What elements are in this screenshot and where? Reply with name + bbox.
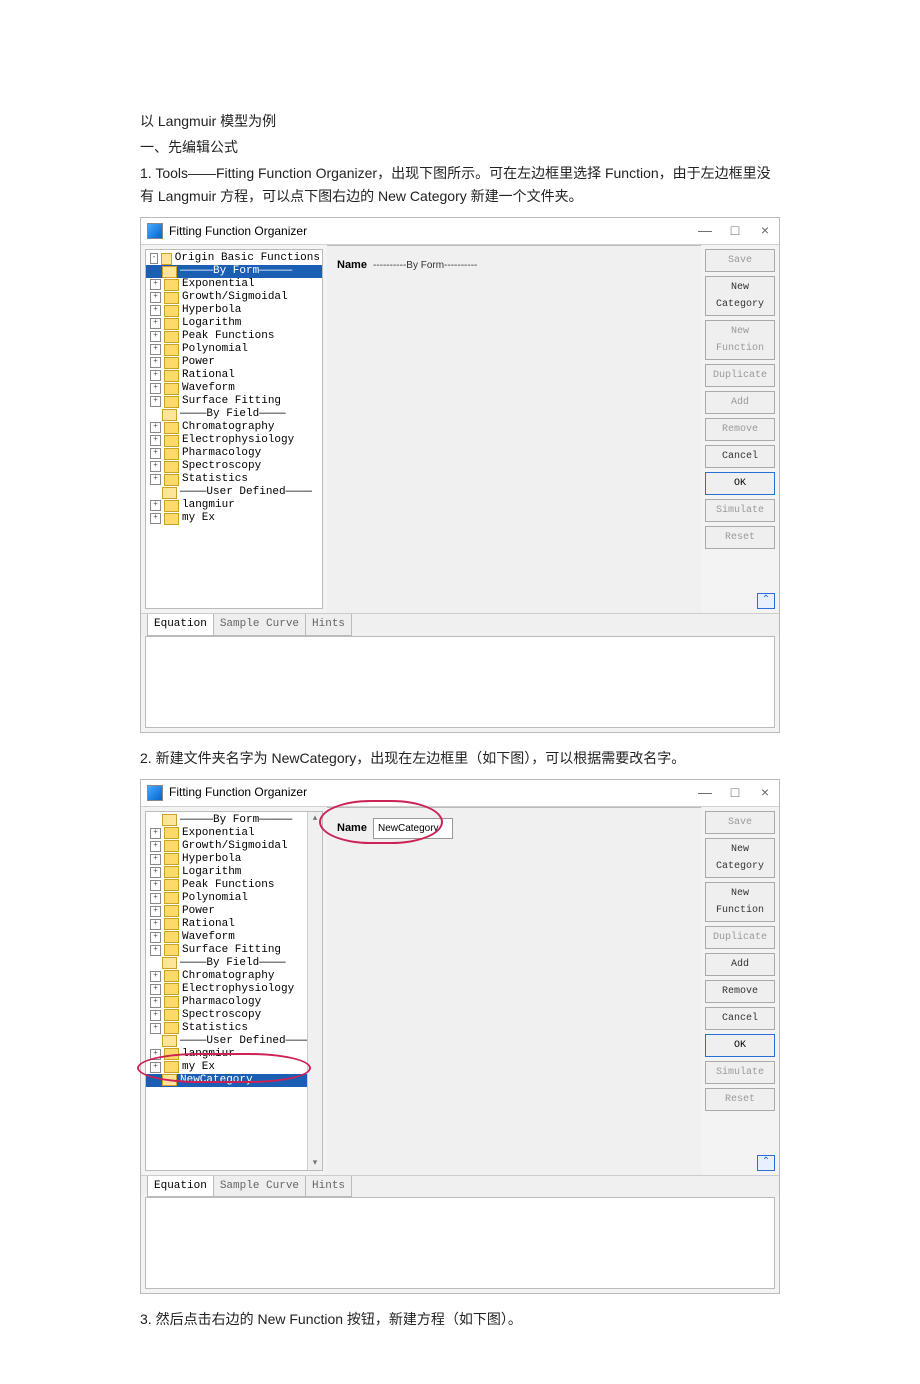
tree-item[interactable]: Electrophysiology <box>182 434 294 447</box>
tree-item[interactable]: Spectroscopy <box>182 460 261 473</box>
name-input[interactable]: NewCategory <box>373 818 453 839</box>
tree-item[interactable]: Exponential <box>182 827 255 840</box>
tree-item-byfield[interactable]: ————By Field———— <box>180 408 286 421</box>
cancel-button[interactable]: Cancel <box>705 1007 775 1030</box>
tree-item-userdef[interactable]: ————User Defined———— <box>180 1035 312 1048</box>
tree-item[interactable]: Power <box>182 905 215 918</box>
tree-item-byfield[interactable]: ————By Field———— <box>180 957 286 970</box>
tree-item[interactable]: Chromatography <box>182 970 274 983</box>
name-value: ----------By Form---------- <box>373 257 477 274</box>
tree-item[interactable]: Statistics <box>182 473 248 486</box>
collapse-icon[interactable]: ⌃ <box>757 593 775 609</box>
remove-button[interactable]: Remove <box>705 980 775 1003</box>
remove-button[interactable]: Remove <box>705 418 775 441</box>
tree-item[interactable]: Hyperbola <box>182 304 241 317</box>
tree-item[interactable]: Growth/Sigmoidal <box>182 291 288 304</box>
tree-item[interactable]: Surface Fitting <box>182 395 281 408</box>
tab-equation[interactable]: Equation <box>147 1176 214 1198</box>
new-category-button[interactable]: New Category <box>705 276 775 316</box>
ok-button[interactable]: OK <box>705 472 775 495</box>
ok-button[interactable]: OK <box>705 1034 775 1057</box>
tree-item[interactable]: Hyperbola <box>182 853 241 866</box>
tree-item[interactable]: Polynomial <box>182 343 248 356</box>
duplicate-button[interactable]: Duplicate <box>705 926 775 949</box>
tree-item[interactable]: Peak Functions <box>182 879 274 892</box>
doc-line-2: 一、先编辑公式 <box>140 136 780 160</box>
tree-item[interactable]: Spectroscopy <box>182 1009 261 1022</box>
close-icon[interactable]: × <box>757 219 773 243</box>
maximize-icon[interactable]: □ <box>727 219 743 243</box>
tree-item[interactable]: Pharmacology <box>182 996 261 1009</box>
doc-line-4: 2. 新建文件夹名字为 NewCategory，出现在左边框里（如下图），可以根… <box>140 747 780 771</box>
tree-item[interactable]: Waveform <box>182 382 235 395</box>
tree-item-byform[interactable]: —————By Form————— <box>180 265 292 278</box>
ffo-window-2: Fitting Function Organizer — □ × —————By… <box>140 779 780 1295</box>
tree-item[interactable]: langmiur <box>182 1048 235 1061</box>
add-button[interactable]: Add <box>705 953 775 976</box>
new-category-button[interactable]: New Category <box>705 838 775 878</box>
simulate-button[interactable]: Simulate <box>705 1061 775 1084</box>
tree-item[interactable]: Pharmacology <box>182 447 261 460</box>
tree-item[interactable]: Surface Fitting <box>182 944 281 957</box>
tree-item[interactable]: Exponential <box>182 278 255 291</box>
app-icon <box>147 223 163 239</box>
tree-item[interactable]: Rational <box>182 369 235 382</box>
tree-item[interactable]: Peak Functions <box>182 330 274 343</box>
simulate-button[interactable]: Simulate <box>705 499 775 522</box>
maximize-icon[interactable]: □ <box>727 781 743 805</box>
tree-item[interactable]: Electrophysiology <box>182 983 294 996</box>
reset-button[interactable]: Reset <box>705 526 775 549</box>
tab-hints[interactable]: Hints <box>305 1176 352 1198</box>
window-title: Fitting Function Organizer <box>169 221 697 241</box>
new-function-button[interactable]: New Function <box>705 882 775 922</box>
tree-item[interactable]: Rational <box>182 918 235 931</box>
ffo-window-1: Fitting Function Organizer — □ × -Origin… <box>140 217 780 733</box>
window-title: Fitting Function Organizer <box>169 782 697 802</box>
save-button[interactable]: Save <box>705 249 775 272</box>
tab-equation[interactable]: Equation <box>147 614 214 636</box>
close-icon[interactable]: × <box>757 781 773 805</box>
tree-item[interactable]: Growth/Sigmoidal <box>182 840 288 853</box>
tree-scrollbar[interactable]: ▴▾ <box>307 812 322 1170</box>
doc-line-3: 1. Tools——Fitting Function Organizer，出现下… <box>140 162 780 210</box>
doc-line-5: 3. 然后点击右边的 New Function 按钮，新建方程（如下图）。 <box>140 1308 780 1332</box>
app-icon <box>147 785 163 801</box>
tree-item[interactable]: Power <box>182 356 215 369</box>
add-button[interactable]: Add <box>705 391 775 414</box>
tree-item-newcategory[interactable]: NewCategory <box>180 1074 253 1087</box>
name-label: Name <box>337 819 367 838</box>
tree-item[interactable]: langmiur <box>182 499 235 512</box>
minimize-icon[interactable]: — <box>697 781 713 805</box>
minimize-icon[interactable]: — <box>697 219 713 243</box>
save-button[interactable]: Save <box>705 811 775 834</box>
duplicate-button[interactable]: Duplicate <box>705 364 775 387</box>
function-tree[interactable]: -Origin Basic Functions —————By Form————… <box>145 249 323 609</box>
tree-item[interactable]: Origin Basic Functions <box>175 252 320 265</box>
tree-item[interactable]: my Ex <box>182 1061 215 1074</box>
tree-item[interactable]: Waveform <box>182 931 235 944</box>
tab-hints[interactable]: Hints <box>305 614 352 636</box>
new-function-button[interactable]: New Function <box>705 320 775 360</box>
tree-item[interactable]: my Ex <box>182 512 215 525</box>
name-label: Name <box>337 256 367 275</box>
tree-item-userdef[interactable]: ————User Defined———— <box>180 486 312 499</box>
tab-sample-curve[interactable]: Sample Curve <box>213 1176 306 1198</box>
function-tree[interactable]: —————By Form————— +Exponential +Growth/S… <box>145 811 323 1171</box>
collapse-icon[interactable]: ⌃ <box>757 1155 775 1171</box>
reset-button[interactable]: Reset <box>705 1088 775 1111</box>
tree-item[interactable]: Logarithm <box>182 317 241 330</box>
tree-item-byform[interactable]: —————By Form————— <box>180 814 292 827</box>
preview-panel <box>145 636 775 728</box>
tree-item[interactable]: Polynomial <box>182 892 248 905</box>
preview-panel <box>145 1197 775 1289</box>
doc-line-1: 以 Langmuir 模型为例 <box>140 110 780 134</box>
tree-item[interactable]: Logarithm <box>182 866 241 879</box>
tree-item[interactable]: Statistics <box>182 1022 248 1035</box>
tab-sample-curve[interactable]: Sample Curve <box>213 614 306 636</box>
cancel-button[interactable]: Cancel <box>705 445 775 468</box>
tree-item[interactable]: Chromatography <box>182 421 274 434</box>
